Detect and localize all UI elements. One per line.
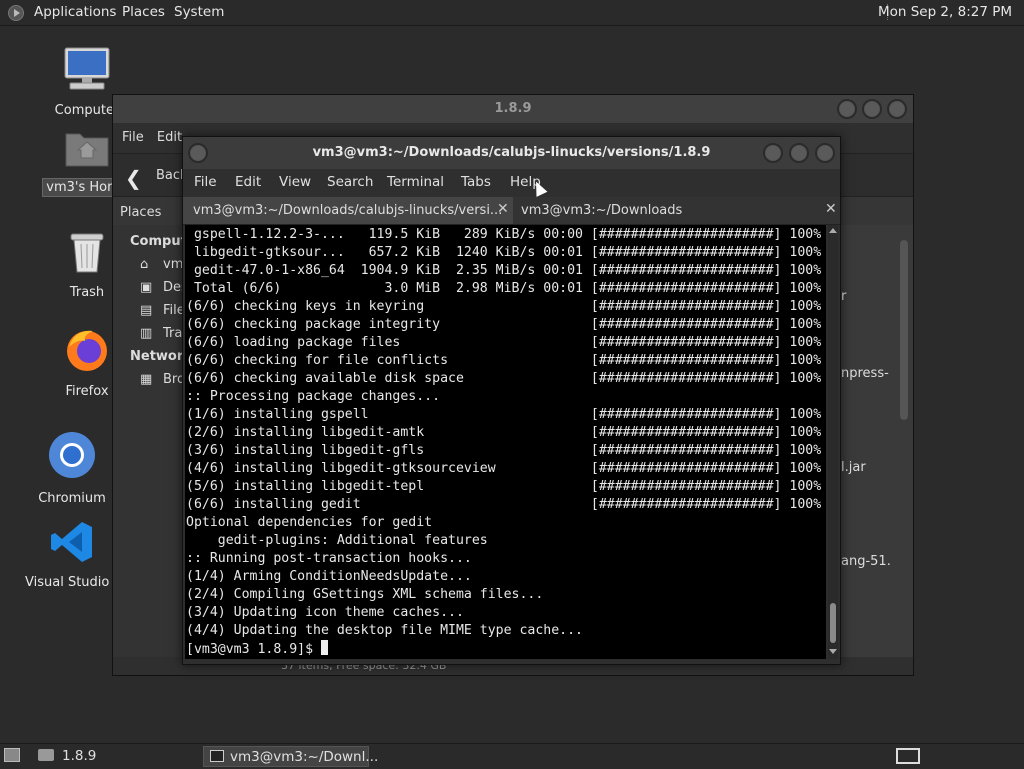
fm-maximize-button[interactable] xyxy=(862,99,882,119)
terminal-line: (5/6) installing libgedit-tepl [########… xyxy=(186,479,822,494)
terminal-tab-bar: vm3@vm3:~/Downloads/calubjs-linucks/vers… xyxy=(183,197,840,225)
applications-menu[interactable]: Applications xyxy=(34,4,116,20)
terminal-line: (6/6) loading package files [###########… xyxy=(186,335,822,350)
places-menu[interactable]: Places xyxy=(122,4,165,20)
terminal-tab-2-label: vm3@vm3:~/Downloads xyxy=(521,203,683,218)
terminal-cursor xyxy=(320,640,328,655)
terminal-line: gspell-1.12.2-3-... 119.5 KiB 289 KiB/s … xyxy=(186,227,822,242)
terminal-line: (6/6) installing gedit [################… xyxy=(186,497,822,512)
terminal-line: (6/6) checking keys in keyring [########… xyxy=(186,299,822,314)
clock[interactable]: Mon Sep 2, 8:27 PM xyxy=(878,4,1012,20)
terminal-menu-search[interactable]: Search xyxy=(327,174,373,190)
terminal-scroll-thumb[interactable] xyxy=(830,603,836,643)
terminal-line: (4/6) installing libgedit-gtksourceview … xyxy=(186,461,822,476)
terminal-menu-tabs[interactable]: Tabs xyxy=(461,174,491,190)
terminal-scrollbar[interactable] xyxy=(828,225,838,659)
file-item-fragment[interactable]: r xyxy=(841,289,846,304)
network-icon: ▦ xyxy=(140,372,153,387)
terminal-line: (3/6) installing libgedit-gfls [########… xyxy=(186,443,822,458)
terminal-line: (2/6) installing libgedit-amtk [########… xyxy=(186,425,822,440)
desktop-folder-icon: ▣ xyxy=(140,280,153,295)
fm-menu-edit[interactable]: Edit xyxy=(157,130,182,145)
terminal-line: Optional dependencies for gedit xyxy=(186,515,433,530)
terminal-line: gedit-plugins: Additional features xyxy=(186,533,488,548)
terminal-output[interactable]: gspell-1.12.2-3-... 119.5 KiB 289 KiB/s … xyxy=(185,225,826,659)
terminal-line: (1/4) Arming ConditionNeedsUpdate... xyxy=(186,569,472,584)
terminal-line: libgedit-gtksour... 657.2 KiB 1240 KiB/s… xyxy=(186,245,822,260)
folder-task-icon xyxy=(38,749,54,761)
filesystem-icon: ▤ xyxy=(140,303,153,318)
terminal-line: (4/4) Updating the desktop file MIME typ… xyxy=(186,623,583,638)
trash-icon xyxy=(70,233,104,273)
terminal-prompt: [vm3@vm3 1.8.9]$ xyxy=(186,642,321,657)
terminal-line: (6/6) checking available disk space [###… xyxy=(186,371,822,386)
firefox-icon xyxy=(67,330,107,371)
desktop-label-chromium: Chromium xyxy=(38,491,106,506)
tab-2-close-icon[interactable]: ✕ xyxy=(825,201,837,217)
file-manager-title: 1.8.9 xyxy=(494,101,532,116)
computer-icon xyxy=(64,47,110,90)
back-arrow-icon[interactable]: ❮ xyxy=(125,166,142,190)
terminal-line: :: Processing package changes... xyxy=(186,389,441,404)
fm-minimize-button[interactable] xyxy=(837,99,857,119)
top-panel: Applications Places System Mon Sep 2, 8:… xyxy=(0,0,1024,26)
scroll-up-arrow-icon[interactable] xyxy=(829,228,837,233)
terminal-maximize-button[interactable] xyxy=(789,143,809,163)
terminal-tab-1[interactable]: vm3@vm3:~/Downloads/calubjs-linucks/vers… xyxy=(183,197,513,224)
workspace-switcher[interactable] xyxy=(896,748,920,764)
file-item-fragment[interactable]: npress- xyxy=(841,366,889,381)
bottom-panel: 1.8.9 vm3@vm3:~/Downl... xyxy=(0,743,1024,769)
terminal-line: Total (6/6) 3.0 MiB 2.98 MiB/s 00:01 [##… xyxy=(186,281,822,296)
terminal-line: :: Running post-transaction hooks... xyxy=(186,551,472,566)
desktop-icon-chromium[interactable]: Chromium xyxy=(22,430,122,507)
terminal-tab-2[interactable]: vm3@vm3:~/Downloads xyxy=(511,197,821,224)
scroll-down-arrow-icon[interactable] xyxy=(829,649,837,654)
terminal-line: (6/6) checking package integrity [######… xyxy=(186,317,822,332)
terminal-line: (6/6) checking for file conflicts [#####… xyxy=(186,353,822,368)
desktop-label-trash: Trash xyxy=(69,285,105,300)
applications-logo-icon[interactable] xyxy=(8,5,24,21)
terminal-text: gspell-1.12.2-3-... 119.5 KiB 289 KiB/s … xyxy=(185,226,821,659)
terminal-line: (3/4) Updating icon theme caches... xyxy=(186,605,464,620)
terminal-line: (1/6) installing gspell [###############… xyxy=(186,407,822,422)
home-folder-icon xyxy=(65,133,109,167)
taskbar-file-manager[interactable]: 1.8.9 xyxy=(62,746,96,767)
chromium-icon xyxy=(49,432,95,478)
file-manager-titlebar[interactable]: 1.8.9 xyxy=(113,95,913,123)
fm-close-button[interactable] xyxy=(887,99,907,119)
terminal-prompt-line[interactable]: [vm3@vm3 1.8.9]$ xyxy=(186,640,821,659)
terminal-menu-terminal[interactable]: Terminal xyxy=(387,174,444,190)
sidebar-trash-icon: ▥ xyxy=(140,326,153,341)
terminal-window[interactable]: vm3@vm3:~/Downloads/calubjs-linucks/vers… xyxy=(182,136,841,665)
terminal-tab-1-label: vm3@vm3:~/Downloads/calubjs-linucks/vers… xyxy=(193,203,503,218)
terminal-close-button[interactable] xyxy=(815,143,835,163)
places-dropdown[interactable]: Places xyxy=(120,205,161,220)
tab-1-close-icon[interactable]: ✕ xyxy=(497,201,509,217)
sidebar-item-home-icon: ⌂ xyxy=(140,257,149,272)
fm-menu-file[interactable]: File xyxy=(122,130,144,145)
file-item-fragment[interactable]: l.jar xyxy=(841,460,866,475)
terminal-title: vm3@vm3:~/Downloads/calubjs-linucks/vers… xyxy=(312,145,711,160)
terminal-menubar: File Edit View Search Terminal Tabs Help xyxy=(183,169,840,197)
terminal-menu-file[interactable]: File xyxy=(194,174,217,190)
show-desktop-icon[interactable] xyxy=(4,748,20,762)
system-menu[interactable]: System xyxy=(174,4,224,20)
terminal-line: (2/4) Compiling GSettings XML schema fil… xyxy=(186,587,544,602)
terminal-line: gedit-47.0-1-x86_64 1904.9 KiB 2.35 MiB/… xyxy=(186,263,822,278)
fm-scrollbar[interactable] xyxy=(900,240,908,420)
desktop-icon-vscode[interactable]: Visual Studio Code xyxy=(22,520,147,591)
vscode-icon xyxy=(51,522,92,562)
terminal-menu-view[interactable]: View xyxy=(279,174,311,190)
taskbar-terminal-label: vm3@vm3:~/Downl... xyxy=(230,749,379,765)
terminal-menu-edit[interactable]: Edit xyxy=(235,174,261,190)
terminal-task-icon xyxy=(210,750,224,762)
desktop-label-firefox: Firefox xyxy=(65,384,109,399)
file-item-fragment[interactable]: ang-51. xyxy=(841,554,891,569)
terminal-minimize-button[interactable] xyxy=(763,143,783,163)
terminal-window-menu-button[interactable] xyxy=(188,143,208,163)
taskbar-terminal[interactable]: vm3@vm3:~/Downl... xyxy=(203,746,378,767)
terminal-titlebar[interactable]: vm3@vm3:~/Downloads/calubjs-linucks/vers… xyxy=(183,137,840,169)
